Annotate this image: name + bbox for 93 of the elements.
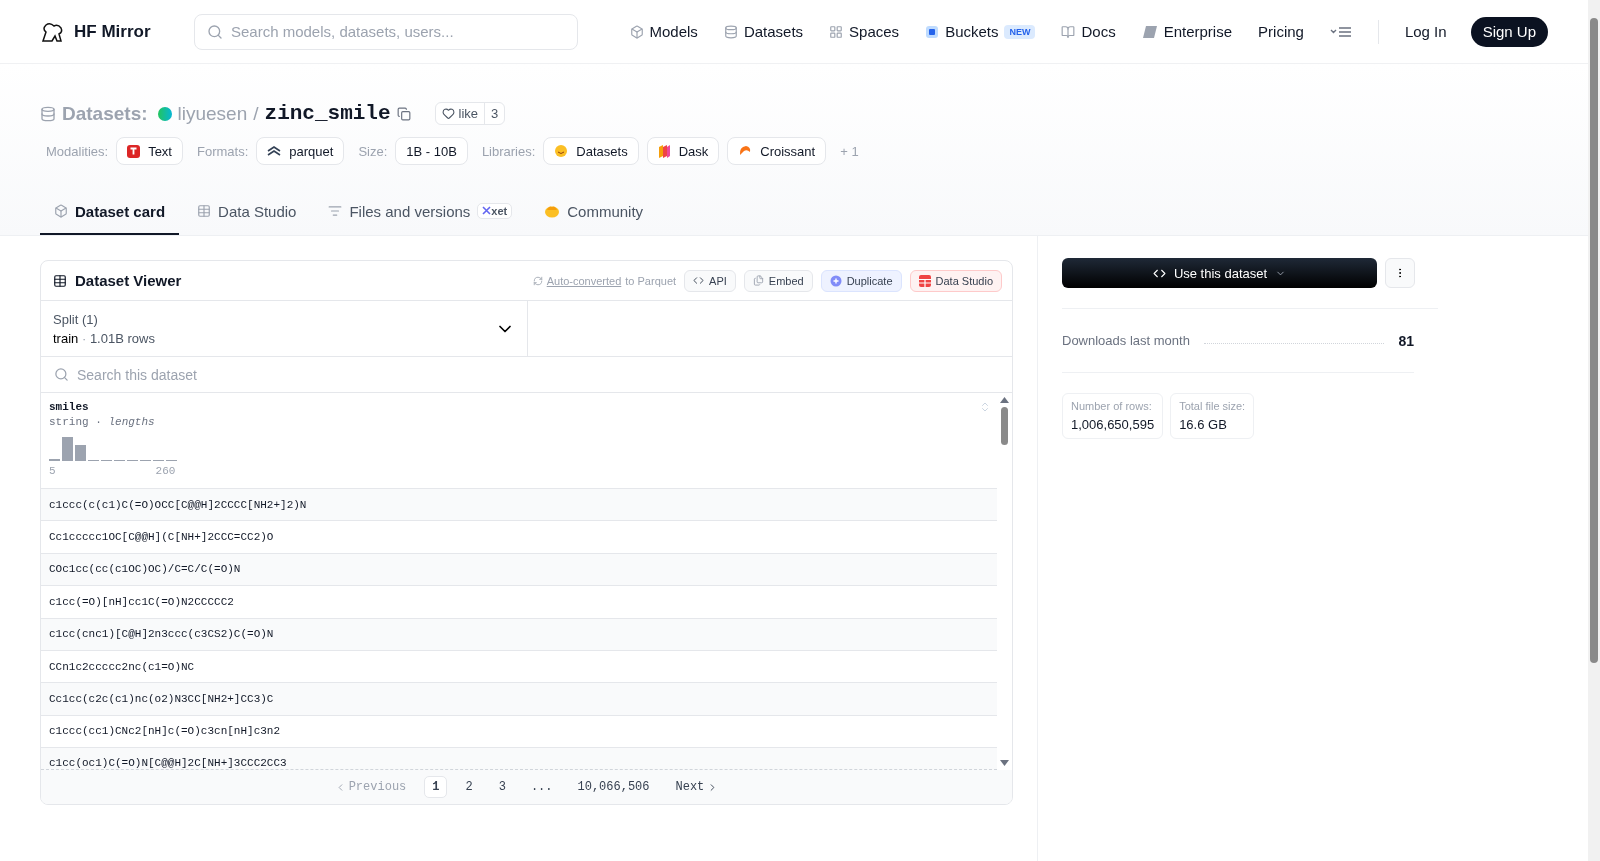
code-icon [693, 275, 705, 286]
book-icon [1061, 24, 1076, 39]
smiley-icon [554, 144, 569, 158]
xet-badge: xet [477, 203, 513, 219]
tag-chip[interactable]: Datasets [543, 137, 639, 165]
copy-icon [752, 275, 764, 286]
nav-link[interactable]: Buckets NEW [925, 23, 1036, 40]
xet-icon [482, 206, 492, 215]
tab[interactable]: Dataset card [40, 189, 180, 235]
database-icon [723, 24, 738, 39]
converted-note: Auto-converted to Parquet [532, 274, 677, 287]
tag-label: Formats: [197, 143, 249, 159]
like-button[interactable]: like [435, 103, 485, 124]
tag-label: Modalities: [46, 143, 109, 159]
signup-button[interactable]: Sign Up [1470, 16, 1548, 47]
tab[interactable]: Data Studio [183, 189, 311, 235]
dask-icon [657, 144, 671, 158]
ellipsis-text: ... [529, 779, 554, 797]
nav-link[interactable]: Docs [1061, 23, 1116, 40]
stat-value: 1,006,650,595 [1071, 417, 1155, 432]
stat-label: Total file size: [1179, 400, 1246, 412]
axis-min: 5 [49, 465, 56, 477]
table-icon [53, 273, 67, 288]
scrollbar-thumb[interactable] [1590, 18, 1598, 663]
scrollbar-thumb[interactable] [1001, 407, 1008, 445]
tag-chip[interactable]: Croissant [727, 137, 827, 165]
tab[interactable]: Community [530, 189, 658, 235]
heart-icon [441, 107, 455, 120]
nav-link[interactable]: Models [629, 23, 698, 40]
tag-label: Size: [358, 143, 388, 159]
viewer-action-button[interactable]: Embed [743, 269, 813, 292]
viewer-action-button[interactable]: Data Studio [909, 269, 1002, 292]
page-link[interactable]: 1 [424, 776, 448, 799]
tag-chip[interactable]: 1B - 10B [395, 137, 468, 165]
logo-icon [40, 20, 64, 43]
table-cell: Cc1cc(c2c(c1)nc(o2)N3CC[NH2+]CC3)C [41, 683, 997, 716]
tag-label: Libraries: [481, 143, 536, 159]
duplicate-icon [829, 274, 842, 287]
viewer-action-button[interactable]: API [684, 269, 736, 292]
axis-max: 260 [155, 465, 176, 477]
tag-chip[interactable]: parquet [256, 137, 345, 165]
page-link[interactable]: 2 [457, 776, 481, 799]
nav-link[interactable]: Pricing [1258, 23, 1304, 40]
next-link[interactable]: Next [667, 776, 727, 799]
cube-icon [629, 24, 644, 39]
like-count: 3 [484, 103, 505, 124]
nav-link[interactable]: Datasets [723, 23, 804, 40]
repo-name[interactable]: zinc_smile [264, 102, 391, 125]
viewer-action-button[interactable]: Duplicate [820, 269, 902, 292]
page-link[interactable]: 10,066,506 [569, 776, 658, 799]
table-cell: c1ccc(c(c1)C(=O)OCC[C@@H]2CCCC[NH2+]2)N [41, 489, 997, 522]
cube-icon [54, 204, 68, 218]
downloads-label: Downloads last month [1062, 333, 1190, 348]
table-icon [197, 204, 212, 218]
text-icon [127, 144, 141, 158]
nav-link[interactable]: Enterprise [1141, 23, 1233, 40]
stat-label: Number of rows: [1071, 400, 1153, 412]
copy-icon[interactable] [396, 106, 411, 121]
use-dataset-button[interactable]: Use this dataset [1062, 258, 1377, 288]
tag-chip[interactable]: Text [116, 137, 183, 165]
repo-type: Datasets: [62, 102, 148, 125]
parquet-icon [267, 146, 282, 156]
column-type: string · lengths [49, 416, 155, 428]
croissant-icon [738, 144, 753, 158]
page-link[interactable]: 3 [490, 776, 514, 799]
new-badge: NEW [1004, 24, 1036, 39]
scroll-up-icon[interactable] [1000, 397, 1009, 403]
enterprise-icon [1141, 24, 1158, 39]
tab[interactable]: Files and versions xet [314, 189, 527, 235]
menu-icon[interactable] [1329, 25, 1352, 38]
bucket-icon [925, 24, 940, 39]
tag-chip[interactable]: Dask [646, 137, 720, 165]
column-name: smiles [49, 401, 89, 413]
path-separator: / [253, 102, 259, 125]
search-icon [54, 367, 69, 382]
table-icon [918, 274, 931, 287]
table-cell: c1cc(cnc1)[C@H]2n3ccc(c3CS2)C(=O)N [41, 618, 997, 651]
list-icon [328, 204, 343, 218]
scroll-down-icon[interactable] [1000, 760, 1009, 767]
avatar-icon [157, 106, 172, 121]
table-cell: c1cc(oc1)C(=O)N[C@@H]2C[NH+]3CCC2CC3 [41, 748, 997, 771]
stat-value: 16.6 GB [1179, 417, 1228, 432]
brand-name[interactable]: HF Mirror [74, 21, 151, 42]
login-link[interactable]: Log In [1404, 23, 1447, 40]
viewer-title: Dataset Viewer [75, 272, 182, 289]
nav-link[interactable]: Spaces [829, 23, 900, 40]
grid-icon [829, 24, 844, 39]
hands-icon [544, 204, 561, 218]
table-cell: COc1cc(cc(c1OC)OC)/C=C/C(=O)N [41, 553, 997, 587]
refresh-icon [532, 275, 543, 286]
database-icon [40, 105, 56, 122]
search-icon [207, 23, 223, 40]
downloads-value: 81 [1398, 332, 1414, 349]
